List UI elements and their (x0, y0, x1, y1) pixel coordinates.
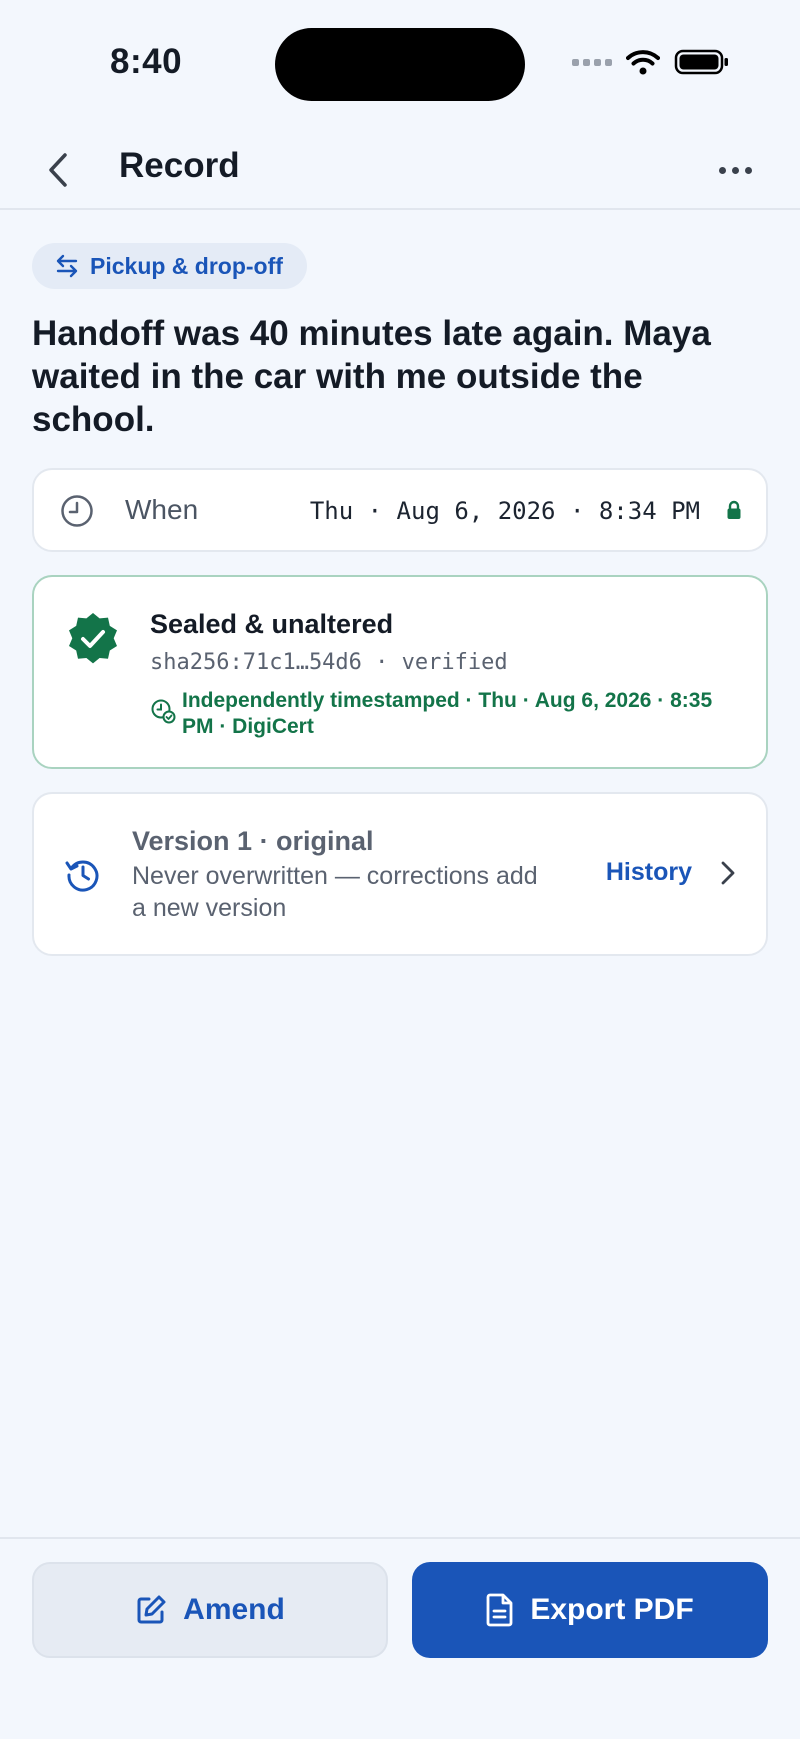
edit-icon (137, 1595, 166, 1624)
verified-seal-icon (69, 613, 117, 664)
amend-label: Amend (183, 1593, 285, 1626)
when-value: Thu · Aug 6, 2026 · 8:34 PM (309, 497, 700, 525)
when-label: When (125, 494, 199, 525)
version-card[interactable]: Version 1 · original Never overwritten —… (32, 792, 768, 956)
sealed-title: Sealed & unaltered (150, 609, 394, 639)
history-icon (65, 860, 99, 892)
sealed-card: Sealed & unaltered sha256:71c1…54d6 · ve… (32, 575, 768, 769)
timestamp-verified-icon (151, 699, 176, 724)
timestamp-text: Independently timestamped · Thu · Aug 6,… (182, 689, 713, 738)
battery-icon (674, 49, 728, 75)
status-bar: 8:40 (0, 0, 800, 130)
cellular-signal-icon (572, 58, 612, 66)
more-options-button[interactable] (710, 150, 760, 190)
export-label: Export PDF (530, 1593, 694, 1626)
version-title: Version 1 · original (132, 826, 374, 856)
swap-arrows-icon (56, 254, 78, 278)
document-icon (486, 1593, 513, 1627)
when-card: When Thu · Aug 6, 2026 · 8:34 PM (32, 468, 768, 552)
category-tag: Pickup & drop-off (32, 243, 307, 289)
status-icons (572, 48, 730, 76)
version-description: Never overwritten — corrections add a ne… (132, 862, 538, 922)
bottom-action-bar: Amend Export PDF (0, 1537, 800, 1739)
chevron-left-icon (49, 153, 67, 187)
chevron-right-icon (721, 861, 735, 885)
back-button[interactable] (38, 148, 78, 192)
export-pdf-button[interactable]: Export PDF (412, 1562, 768, 1658)
status-time: 8:40 (110, 42, 183, 81)
category-label: Pickup & drop-off (90, 252, 283, 279)
dynamic-island (275, 28, 525, 101)
sealed-hash: sha256:71c1…54d6 · verified (150, 650, 508, 675)
record-headline: Handoff was 40 minutes late again. Maya … (32, 314, 711, 439)
clock-icon (61, 495, 93, 527)
history-link[interactable]: History (606, 858, 692, 887)
page-title: Record (119, 146, 240, 185)
navigation-bar: Record (0, 130, 800, 210)
lock-icon (727, 500, 741, 519)
more-icon (718, 166, 726, 174)
wifi-icon (626, 50, 660, 75)
amend-button[interactable]: Amend (32, 1562, 388, 1658)
